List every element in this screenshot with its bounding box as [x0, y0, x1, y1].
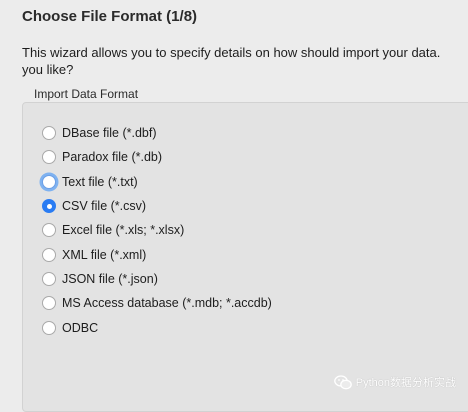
description-line-2: you like? — [22, 62, 74, 77]
radio-xml[interactable] — [42, 247, 56, 262]
radio-csv[interactable] — [42, 199, 56, 214]
wechat-icon — [333, 374, 352, 389]
radio-selected-dot — [46, 203, 52, 209]
option-csv-label: CSV file (*.csv) — [62, 199, 147, 214]
wizard-description: This wizard allows you to specify detail… — [22, 44, 462, 78]
option-xml-label: XML file (*.xml) — [62, 247, 147, 262]
option-odbc[interactable]: ODBC — [42, 315, 272, 339]
radio-ms-access[interactable] — [42, 296, 56, 311]
import-format-group-label: Import Data Format — [34, 87, 139, 101]
wizard-title: Choose File Format (1/8) — [22, 8, 198, 25]
option-paradox-label: Paradox file (*.db) — [62, 150, 163, 165]
option-csv[interactable]: CSV file (*.csv) — [42, 194, 272, 218]
option-text-label: Text file (*.txt) — [62, 174, 138, 189]
radio-json[interactable] — [42, 271, 56, 286]
watermark: Python数据分析实战 — [333, 374, 456, 390]
option-text[interactable]: Text file (*.txt) — [42, 170, 272, 194]
option-excel[interactable]: Excel file (*.xls; *.xlsx) — [42, 218, 272, 242]
option-dbase-label: DBase file (*.dbf) — [62, 126, 157, 141]
radio-dbase[interactable] — [42, 126, 56, 141]
option-odbc-label: ODBC — [62, 320, 99, 335]
description-line-1: This wizard allows you to specify detail… — [22, 45, 441, 60]
option-paradox[interactable]: Paradox file (*.db) — [42, 145, 272, 169]
radio-text[interactable] — [42, 174, 56, 189]
option-json[interactable]: JSON file (*.json) — [42, 267, 272, 291]
import-format-options: DBase file (*.dbf) Paradox file (*.db) T… — [42, 121, 272, 340]
option-ms-access[interactable]: MS Access database (*.mdb; *.accdb) — [42, 291, 272, 315]
watermark-text: Python数据分析实战 — [355, 377, 456, 389]
radio-paradox[interactable] — [42, 150, 56, 165]
option-dbase[interactable]: DBase file (*.dbf) — [42, 121, 272, 145]
option-ms-access-label: MS Access database (*.mdb; *.accdb) — [62, 296, 272, 311]
radio-excel[interactable] — [42, 223, 56, 238]
option-xml[interactable]: XML file (*.xml) — [42, 242, 272, 266]
option-excel-label: Excel file (*.xls; *.xlsx) — [62, 223, 185, 238]
radio-odbc[interactable] — [42, 320, 56, 335]
option-json-label: JSON file (*.json) — [62, 271, 158, 286]
